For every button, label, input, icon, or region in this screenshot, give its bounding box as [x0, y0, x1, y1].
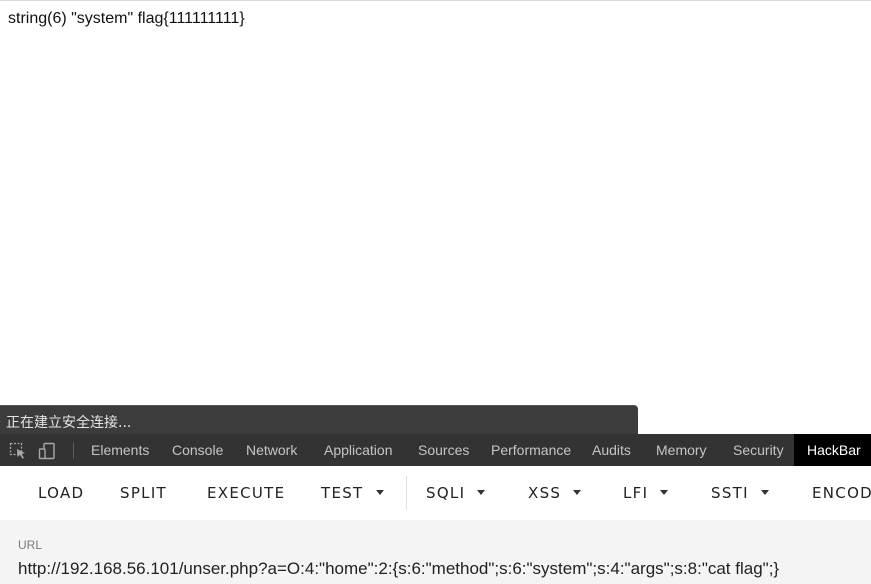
browser-viewport: string(6) "system" flag{111111111} 正在建立安…	[0, 0, 871, 584]
tab-performance[interactable]: Performance	[491, 434, 571, 466]
hackbar-toolbar: LOAD SPLIT EXECUTE TEST SQLI XSS LFI SST…	[0, 466, 871, 520]
tab-audits[interactable]: Audits	[592, 434, 631, 466]
device-toggle-icon[interactable]	[38, 442, 56, 460]
lfi-dropdown-button[interactable]: LFI	[623, 466, 669, 520]
tab-security[interactable]: Security	[733, 434, 784, 466]
tab-hackbar[interactable]: HackBar	[794, 434, 871, 466]
url-panel: URL	[0, 520, 871, 584]
chevron-down-icon	[375, 490, 384, 495]
tab-elements[interactable]: Elements	[91, 434, 149, 466]
tab-network[interactable]: Network	[246, 434, 297, 466]
inspect-element-icon[interactable]	[9, 442, 27, 460]
execute-button[interactable]: EXECUTE	[207, 466, 285, 520]
ssti-dropdown-button[interactable]: SSTI	[711, 466, 769, 520]
toolbar-separator	[73, 442, 74, 459]
chevron-down-icon	[760, 490, 769, 495]
top-border	[0, 0, 871, 1]
url-input[interactable]	[18, 558, 868, 580]
devtools-tab-bar: Elements Console Network Application Sou…	[0, 434, 871, 466]
status-text: 正在建立安全连接...	[6, 415, 132, 431]
load-button[interactable]: LOAD	[38, 466, 84, 520]
page-output-text: string(6) "system" flag{111111111}	[8, 10, 245, 27]
sqli-dropdown-button[interactable]: SQLI	[426, 466, 486, 520]
tab-console[interactable]: Console	[172, 434, 223, 466]
test-dropdown-button[interactable]: TEST	[321, 466, 384, 520]
url-label: URL	[18, 538, 43, 552]
xss-dropdown-button[interactable]: XSS	[528, 466, 582, 520]
status-bar: 正在建立安全连接...	[0, 405, 638, 434]
split-button[interactable]: SPLIT	[120, 466, 167, 520]
chevron-down-icon	[660, 490, 669, 495]
chevron-down-icon	[573, 490, 582, 495]
chevron-down-icon	[477, 490, 486, 495]
tab-application[interactable]: Application	[324, 434, 393, 466]
tab-memory[interactable]: Memory	[656, 434, 707, 466]
tab-sources[interactable]: Sources	[418, 434, 469, 466]
encoding-dropdown-button[interactable]: ENCOD	[812, 466, 871, 520]
toolbar-divider	[406, 476, 407, 510]
